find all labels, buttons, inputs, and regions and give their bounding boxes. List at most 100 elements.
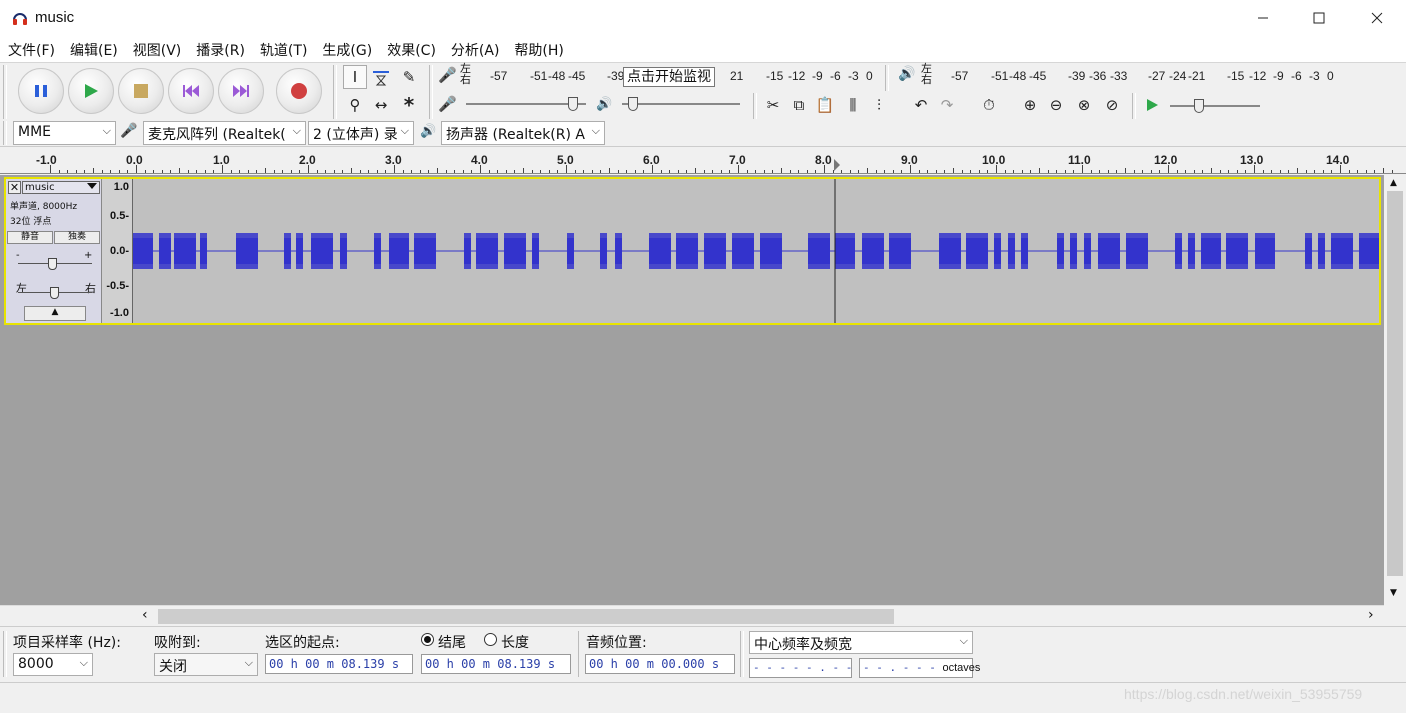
undo-button[interactable]: ↶ [909,93,933,117]
toolbar-grip[interactable] [1132,93,1136,119]
playback-volume-slider[interactable] [622,97,740,111]
ruler-tick [884,170,886,173]
maximize-button[interactable] [1290,0,1348,36]
play-speed-slider[interactable] [1170,99,1260,113]
skip-to-end-button[interactable] [218,68,264,114]
snap-to-dropdown[interactable]: 关闭 ⌵ [154,653,258,676]
toolbar-grip[interactable] [885,65,889,91]
menu-tracks[interactable]: 轨道(T) [252,36,314,62]
ruler-tick [1254,165,1255,173]
meter-tick: -33 [1110,69,1128,83]
trim-button[interactable]: ⫼ [841,93,865,117]
menu-analyze[interactable]: 分析(A) [443,36,507,62]
envelope-tool-button[interactable] [369,65,393,89]
mute-button[interactable]: 静音 [7,231,53,244]
end-radio[interactable] [421,633,434,646]
toolbar-grip[interactable] [429,65,433,119]
ruler-tick [505,170,507,173]
spectral-selection-dropdown[interactable]: 中心频率及频宽 ⌵ [749,631,973,654]
meter-tick: -15 [1227,69,1245,83]
toolbar-grip[interactable] [3,65,7,119]
vertical-scroll-thumb[interactable] [1387,191,1403,576]
center-frequency-field[interactable]: - - - - - . - - Hz [749,658,872,678]
menu-effect[interactable]: 效果(C) [379,36,443,62]
play-button[interactable] [68,68,114,114]
menu-view[interactable]: 视图(V) [125,36,189,62]
project-rate-dropdown[interactable]: 8000 ⌵ [13,653,93,676]
toolbar-grip[interactable] [753,93,757,119]
waveform-area[interactable] [133,179,1379,323]
menu-help[interactable]: 帮助(H) [506,36,570,62]
selection-tool-button[interactable]: I [343,65,367,89]
scroll-left-icon[interactable]: ‹ [142,607,148,623]
zoom-in-button[interactable]: ⊕ [1018,93,1042,117]
track-close-button[interactable]: ✕ [8,181,21,194]
track-info-format: 单声道, 8000Hz [10,202,78,212]
horizontal-scrollbar[interactable]: ‹ › [0,605,1384,626]
sync-lock-button[interactable]: ⏱ [977,93,1001,117]
menu-generate[interactable]: 生成(G) [314,36,379,62]
scroll-up-icon[interactable]: ▲ [1390,178,1397,188]
play-meter-speaker-icon[interactable]: 🔊 [898,66,915,82]
fit-selection-button[interactable]: ⊗ [1072,93,1096,117]
slider-thumb[interactable] [628,97,638,111]
skip-to-start-button[interactable] [168,68,214,114]
horizontal-scroll-thumb[interactable] [158,609,894,624]
bandwidth-field[interactable]: - - . - - - octaves [859,658,980,678]
toolbar-grip[interactable] [740,631,744,677]
zoom-out-button[interactable]: ⊖ [1044,93,1068,117]
menu-edit[interactable]: 编辑(E) [62,36,125,62]
stop-button[interactable] [118,68,164,114]
collapse-track-button[interactable]: ▲ [24,306,86,321]
cut-button[interactable]: ✂ [761,93,785,117]
track-panel[interactable]: ✕ music 单声道, 8000Hz 32位 浮点 静音 独奏 - + 左 右… [0,175,1384,605]
play-at-speed-button[interactable] [1140,93,1164,117]
multi-tool-button[interactable]: * [397,93,421,117]
selection-start-time[interactable]: 00 h 00 m 08.139 s [265,654,413,674]
toolbar-grip[interactable] [3,121,7,145]
paste-button[interactable]: 📋 [813,93,837,117]
pan-slider-thumb[interactable] [50,287,59,299]
record-button[interactable] [276,68,322,114]
record-meter-mic-icon[interactable]: 🎤 [438,66,457,84]
monitor-tooltip[interactable]: 点击开始监视 [623,67,715,87]
gain-slider[interactable] [18,258,92,270]
pan-slider[interactable] [18,287,92,299]
meter-tick: -39 [607,69,625,83]
minimize-button[interactable] [1234,0,1292,36]
redo-button[interactable]: ↷ [935,93,959,117]
timeline-ruler[interactable]: -1.0 0.0 1.0 2.0 3.0 4.0 5.0 6.0 7.0 8.0… [0,146,1406,174]
pause-button[interactable] [18,68,64,114]
audio-host-dropdown[interactable]: MME ⌵ [13,121,116,145]
playback-device-dropdown[interactable]: 扬声器 (Realtek(R) A ⌵ [441,121,605,145]
draw-tool-button[interactable]: ✎ [397,65,421,89]
record-volume-slider[interactable] [466,97,586,111]
length-radio[interactable] [484,633,497,646]
slider-thumb[interactable] [1194,99,1204,113]
vertical-scrollbar[interactable]: ▲ ▼ [1384,175,1406,605]
ruler-tick [858,170,860,173]
menu-transport[interactable]: 播录(R) [188,36,252,62]
gain-slider-thumb[interactable] [48,258,57,270]
channels-dropdown[interactable]: 2 (立体声) 录 ⌵ [308,121,414,145]
audio-track[interactable]: ✕ music 单声道, 8000Hz 32位 浮点 静音 独奏 - + 左 右… [4,177,1381,325]
scroll-right-icon[interactable]: › [1368,607,1374,623]
play-meter-scale[interactable]: -57 -51 -48 -45 -39 -36 -33 -27 -24 -21 … [937,69,1339,87]
close-button[interactable] [1348,0,1406,36]
stopwatch-icon: ⏱ [983,96,995,114]
solo-button[interactable]: 独奏 [54,231,100,244]
slider-thumb[interactable] [568,97,578,111]
track-name-menu[interactable]: music [22,181,100,194]
silence-button[interactable]: ⫶ [867,93,891,117]
timeshift-tool-button[interactable]: ↔ [369,93,393,117]
zoom-tool-button[interactable]: ⚲ [343,93,367,117]
fit-project-button[interactable]: ⊘ [1100,93,1124,117]
copy-button[interactable]: ⧉ [787,93,811,117]
audio-position-time[interactable]: 00 h 00 m 00.000 s [585,654,735,674]
scroll-down-icon[interactable]: ▼ [1390,588,1397,598]
selection-end-time[interactable]: 00 h 00 m 08.139 s [421,654,571,674]
toolbar-grip[interactable] [3,631,7,677]
toolbar-grip[interactable] [333,65,337,119]
recording-device-dropdown[interactable]: 麦克风阵列 (Realtek(⌵ [143,121,306,145]
menu-file[interactable]: 文件(F) [0,36,62,62]
